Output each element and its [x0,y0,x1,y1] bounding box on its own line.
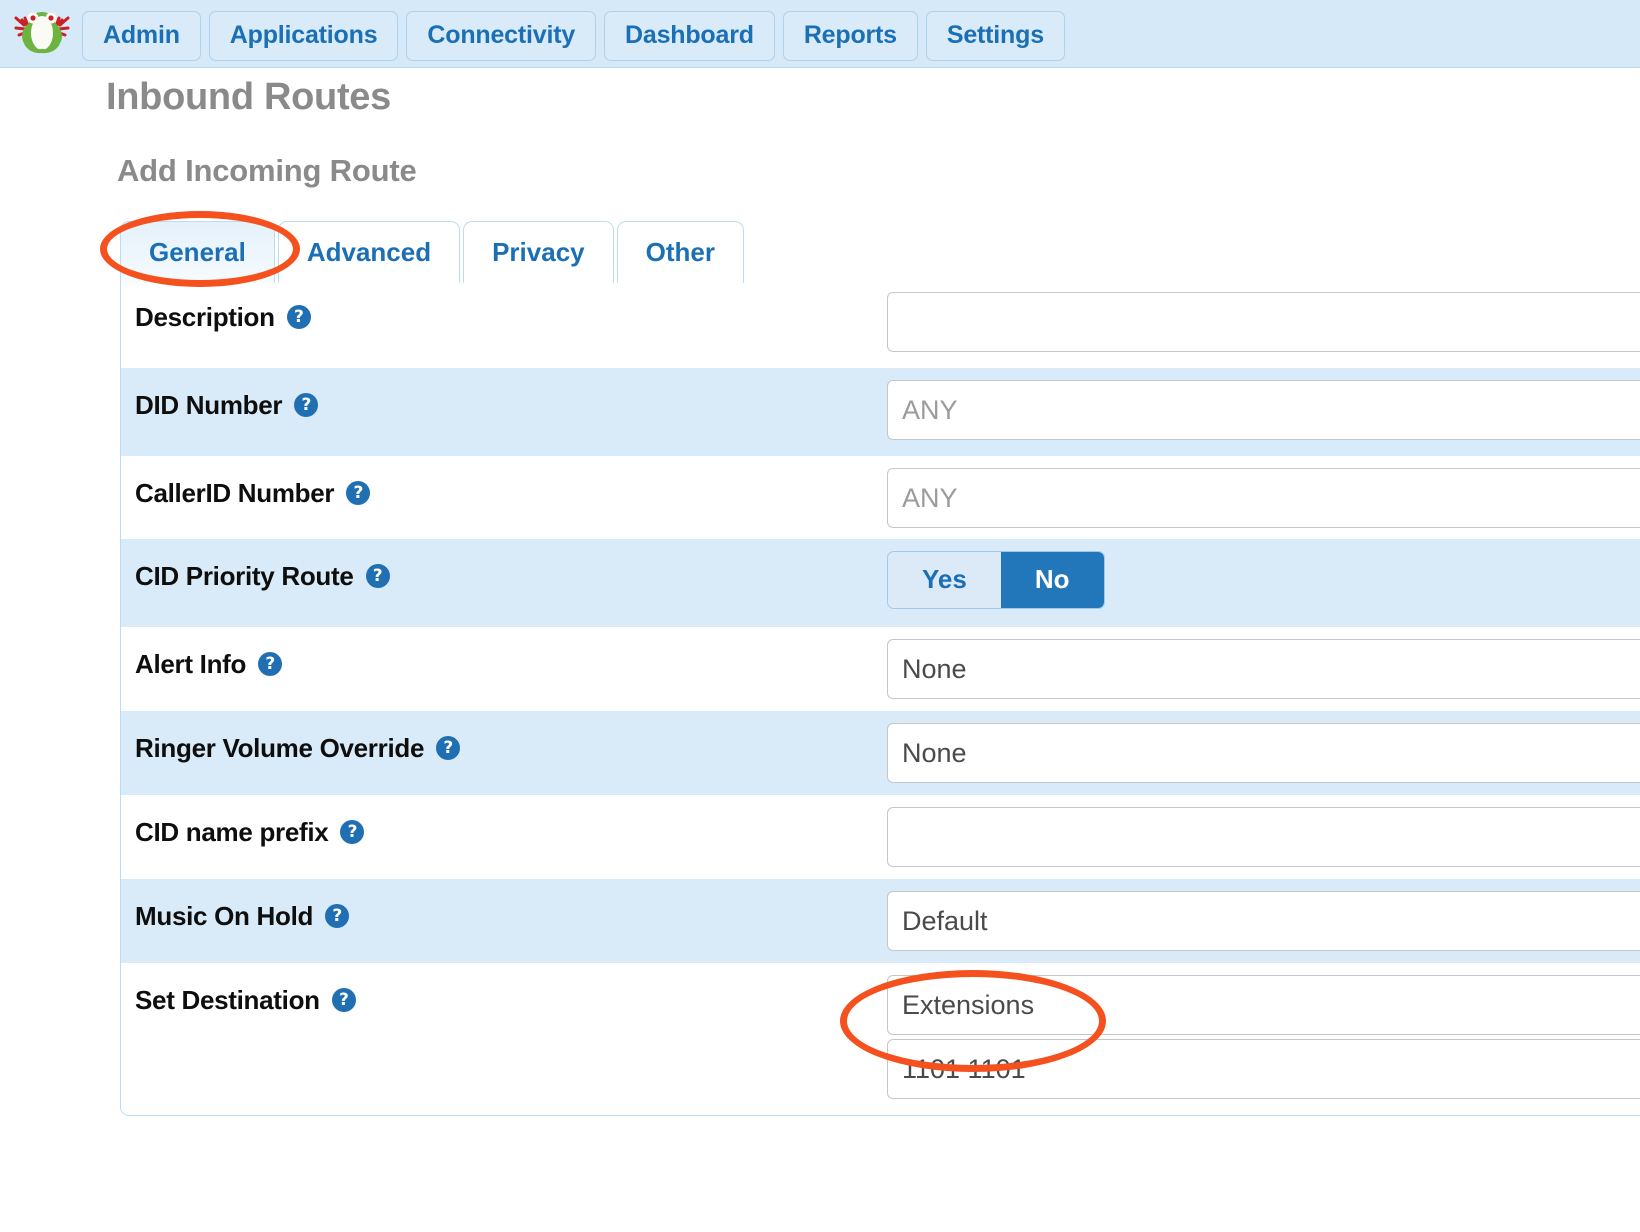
form-row-set-destination: Set Destination ? Extensions 1101 1101 [121,963,1640,1115]
cid-name-prefix-input[interactable] [887,807,1640,867]
description-input[interactable] [887,292,1640,352]
callerid-number-input[interactable]: ANY [887,468,1640,528]
row-control-callerid-number: ANY [887,456,1640,528]
freepbx-frog-logo[interactable] [6,6,78,62]
row-control-alert-info: None [887,627,1640,699]
row-control-ringer-volume-override: None [887,711,1640,783]
label-text-cid-name-prefix: CID name prefix [135,817,329,847]
label-text-music-on-hold: Music On Hold [135,901,314,931]
help-icon-cid-priority-route[interactable]: ? [365,563,390,588]
help-icon-ringer-volume-override[interactable]: ? [436,735,461,760]
form-row-cid-name-prefix: CID name prefix ? [121,795,1640,879]
cid-priority-route-toggle: Yes No [887,551,1105,609]
tab-bar: General Advanced Privacy Other [120,221,744,283]
row-control-set-destination: Extensions 1101 1101 [887,963,1640,1099]
help-icon-did-number[interactable]: ? [294,392,319,417]
row-label-set-destination: Set Destination ? [121,963,887,1016]
nav-dashboard[interactable]: Dashboard [604,11,775,61]
form-row-did-number: DID Number ? ANY [121,368,1640,456]
nav-connectivity[interactable]: Connectivity [406,11,597,61]
row-label-music-on-hold: Music On Hold ? [121,879,887,932]
cid-priority-no-button[interactable]: No [1000,552,1104,608]
top-navbar: Admin Applications Connectivity Dashboar… [0,0,1640,68]
help-icon-set-destination[interactable]: ? [331,987,356,1012]
help-icon-alert-info[interactable]: ? [258,651,283,676]
help-icon-callerid-number[interactable]: ? [346,480,371,505]
set-destination-type-select[interactable]: Extensions [887,975,1640,1035]
label-text-description: Description [135,302,275,332]
form-row-callerid-number: CallerID Number ? ANY [121,456,1640,539]
row-control-music-on-hold: Default [887,879,1640,951]
row-control-did-number: ANY [887,368,1640,440]
ringer-volume-override-select[interactable]: None [887,723,1640,783]
alert-info-select[interactable]: None [887,639,1640,699]
nav-items: Admin Applications Connectivity Dashboar… [82,11,1065,61]
row-label-did-number: DID Number ? [121,368,887,421]
tab-privacy[interactable]: Privacy [463,221,614,283]
help-icon-description[interactable]: ? [286,304,311,329]
form-row-alert-info: Alert Info ? None [121,627,1640,711]
row-control-description [887,280,1640,352]
row-control-cid-priority-route: Yes No [887,539,1640,609]
row-label-description: Description ? [121,280,887,333]
nav-admin[interactable]: Admin [82,11,201,61]
nav-settings[interactable]: Settings [925,11,1065,61]
help-icon-cid-name-prefix[interactable]: ? [340,819,365,844]
label-text-ringer-volume-override: Ringer Volume Override [135,733,425,763]
row-label-ringer-volume-override: Ringer Volume Override ? [121,711,887,764]
set-destination-target-select[interactable]: 1101 1101 [887,1039,1640,1099]
music-on-hold-select[interactable]: Default [887,891,1640,951]
row-control-cid-name-prefix [887,795,1640,867]
tab-general[interactable]: General [120,221,275,283]
form-row-ringer-volume-override: Ringer Volume Override ? None [121,711,1640,795]
cid-priority-yes-button[interactable]: Yes [888,552,1001,608]
label-text-callerid-number: CallerID Number [135,478,335,508]
label-text-set-destination: Set Destination [135,985,320,1015]
tab-advanced[interactable]: Advanced [277,221,461,283]
label-text-cid-priority-route: CID Priority Route [135,561,354,591]
label-text-alert-info: Alert Info [135,649,247,679]
row-label-cid-name-prefix: CID name prefix ? [121,795,887,848]
row-label-cid-priority-route: CID Priority Route ? [121,539,887,592]
nav-applications[interactable]: Applications [208,11,399,61]
did-number-input[interactable]: ANY [887,380,1640,440]
nav-reports[interactable]: Reports [782,11,918,61]
section-title: Add Incoming Route [117,153,417,188]
help-icon-music-on-hold[interactable]: ? [325,903,350,928]
form-row-music-on-hold: Music On Hold ? Default [121,879,1640,963]
form-row-description: Description ? [121,280,1640,368]
form-row-cid-priority-route: CID Priority Route ? Yes No [121,539,1640,627]
row-label-callerid-number: CallerID Number ? [121,456,887,509]
tab-other[interactable]: Other [616,221,744,283]
row-label-alert-info: Alert Info ? [121,627,887,680]
page-title: Inbound Routes [106,76,391,118]
label-text-did-number: DID Number [135,390,283,420]
incoming-route-form-panel: Description ? DID Number ? ANY CallerID … [120,280,1640,1116]
